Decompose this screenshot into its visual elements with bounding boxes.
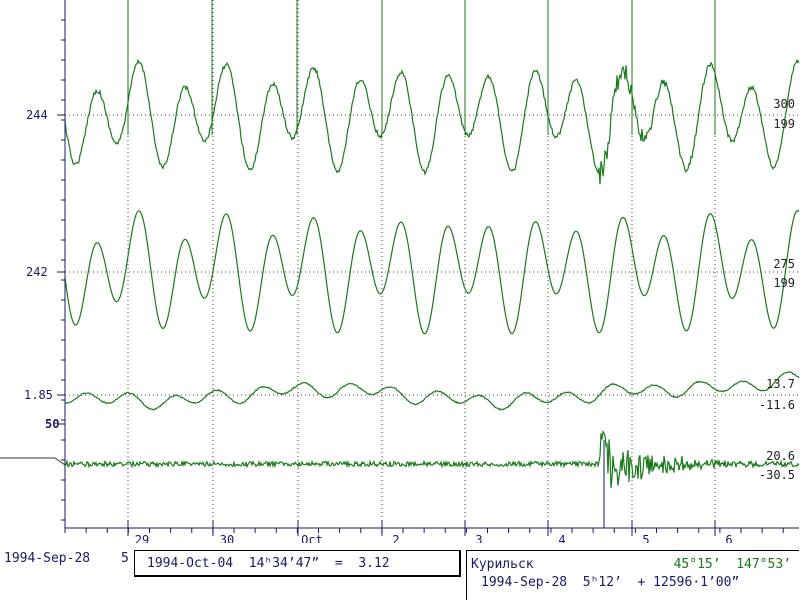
- series-3-label-0: 20.6: [766, 449, 795, 463]
- series-0-label-1: 199: [773, 117, 795, 131]
- trace-residual: [65, 371, 800, 411]
- tide-gauge-plot[interactable]: 29 30 Oct 2 3 4 5 6 2442421.8550 30019927519913…: [0, 0, 800, 600]
- y-tick-label-2: 1.85: [24, 388, 53, 402]
- series-3-label-1: -30.5: [759, 468, 795, 482]
- station-info: Курильск 45°15’ 147°53’ 1994-Sep-28 5ʰ12…: [466, 550, 799, 600]
- cursor-readout[interactable]: 1994-Oct-04 14ʰ34’47” = 3.12: [134, 550, 461, 577]
- y-tick-label-1: 242: [26, 265, 48, 279]
- series-0-label-0: 300: [773, 97, 795, 111]
- series-2-label-0: 13.7: [766, 377, 795, 391]
- station-coordinates: 45°15’ 147°53’: [673, 557, 791, 572]
- series-1-label-0: 275: [773, 257, 795, 271]
- trace-signal: [64, 58, 800, 185]
- plot-frame: [0, 0, 799, 529]
- start-date-tail: 5: [121, 551, 129, 566]
- trace-noise: [64, 430, 800, 488]
- series-1-label-1: 199: [773, 276, 795, 290]
- record-start: 1994-Sep-28 5ʰ12’ + 12596·1’00”: [481, 575, 740, 590]
- y-axis-ticks: 244 242 1.85 50: [24, 19, 65, 521]
- zero-offset-slant: [54, 457, 66, 466]
- trace-group: [64, 58, 800, 528]
- y-tick-label-0: 244: [26, 108, 48, 122]
- trace-model: [64, 209, 800, 335]
- station-name: Курильск: [471, 557, 534, 572]
- series-2-label-1: -11.6: [759, 398, 795, 412]
- y-tick-label-3: 50: [45, 417, 59, 431]
- grid-lines: [65, 0, 799, 528]
- start-date: 1994-Sep-28: [4, 551, 91, 566]
